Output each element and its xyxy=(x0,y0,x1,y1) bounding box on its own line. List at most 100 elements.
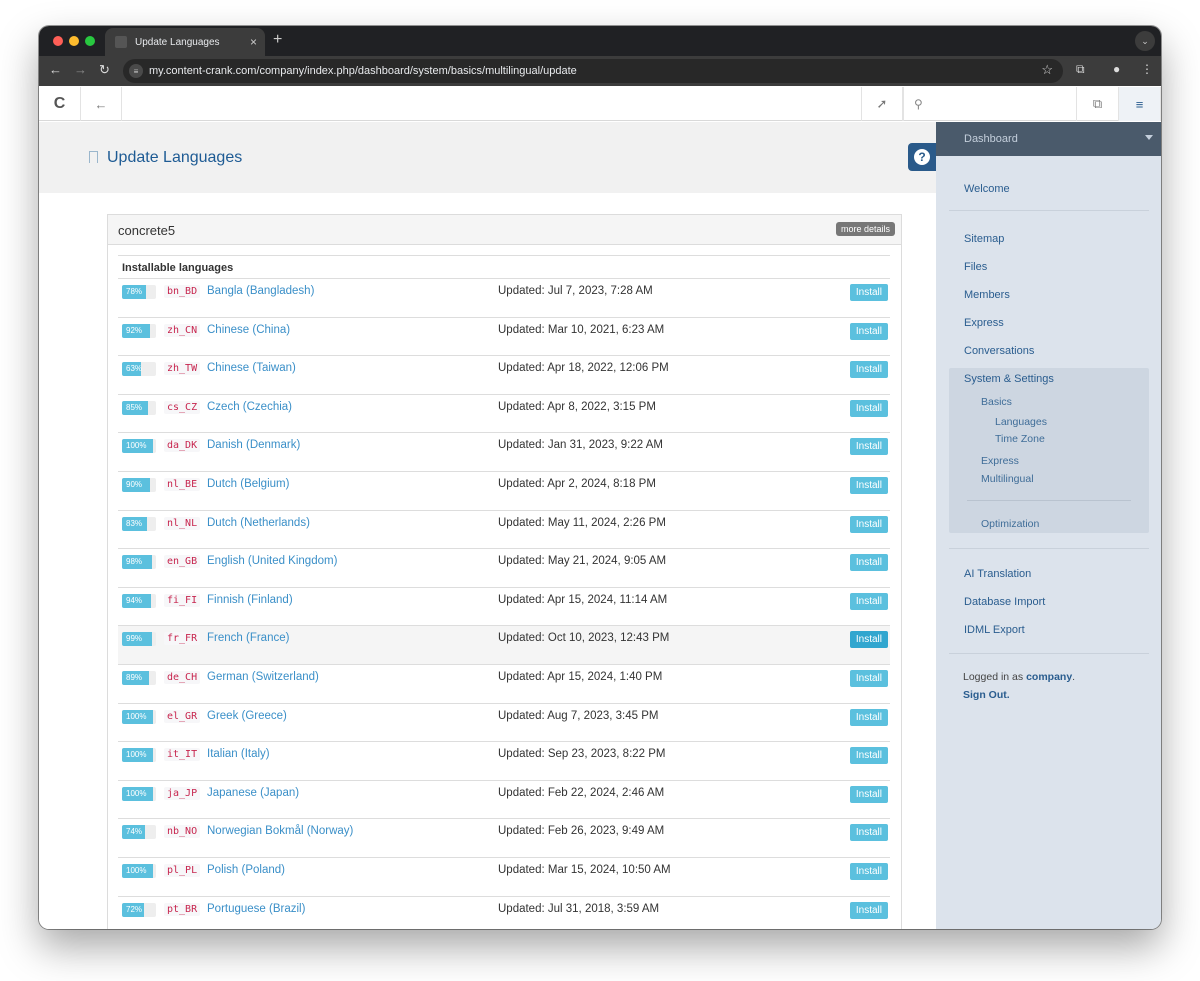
language-name-link[interactable]: German (Switzerland) xyxy=(207,671,319,683)
new-tab-icon[interactable]: + xyxy=(273,31,282,49)
more-details-button[interactable]: more details xyxy=(835,222,895,236)
language-name-link[interactable]: Japanese (Japan) xyxy=(207,787,299,799)
install-button[interactable]: Install xyxy=(849,669,888,687)
extensions-icon[interactable]: ⧉ xyxy=(1076,62,1085,77)
minimize-window-button[interactable] xyxy=(69,36,79,46)
close-window-button[interactable] xyxy=(53,36,63,46)
table-row: 99% fr_FR French (France) Updated: Oct 10, … xyxy=(118,626,890,665)
site-info-icon[interactable]: ≡ xyxy=(129,64,143,78)
logged-in-user[interactable]: company xyxy=(1026,671,1072,683)
completion-label: 89% xyxy=(126,672,143,682)
install-button[interactable]: Install xyxy=(849,399,888,417)
install-button[interactable]: Install xyxy=(849,862,888,880)
close-tab-icon[interactable]: × xyxy=(250,35,257,49)
install-button[interactable]: Install xyxy=(849,631,888,649)
language-name-link[interactable]: Italian (Italy) xyxy=(207,748,270,760)
completion-bar: 94% xyxy=(122,593,156,608)
back-arrow-icon[interactable]: ← xyxy=(81,87,122,121)
install-button[interactable]: Install xyxy=(849,515,888,533)
language-name-link[interactable]: Danish (Denmark) xyxy=(207,439,300,451)
language-name-link[interactable]: French (France) xyxy=(207,632,289,644)
install-button[interactable]: Install xyxy=(849,322,888,340)
browser-tab[interactable]: Update Languages × xyxy=(105,28,265,56)
concrete-logo-icon[interactable]: C xyxy=(39,87,81,121)
settings-sliders-icon[interactable]: ≡ xyxy=(1119,87,1161,121)
install-button[interactable]: Install xyxy=(849,554,888,572)
bookmark-icon[interactable] xyxy=(89,151,98,163)
language-name-link[interactable]: English (United Kingdom) xyxy=(207,555,337,567)
forward-icon[interactable]: → xyxy=(74,62,87,77)
completion-label: 98% xyxy=(126,557,143,567)
updated-date: Updated: Sep 23, 2023, 8:22 PM xyxy=(498,748,666,761)
language-name-link[interactable]: Chinese (China) xyxy=(207,324,290,336)
completion-bar: 99% xyxy=(122,632,156,647)
updated-date: Updated: Jul 7, 2023, 7:28 AM xyxy=(498,285,653,297)
install-button[interactable]: Install xyxy=(849,476,888,494)
sidebar-item-database-import[interactable]: Database Import xyxy=(964,596,1045,608)
language-name-link[interactable]: Portuguese (Brazil) xyxy=(207,903,305,915)
language-name-link[interactable]: Chinese (Taiwan) xyxy=(207,362,296,374)
install-button[interactable]: Install xyxy=(849,361,888,379)
sidebar-item-members[interactable]: Members xyxy=(964,289,1010,301)
language-name-link[interactable]: Polish (Poland) xyxy=(207,864,285,876)
url-field[interactable]: ≡ my.content-crank.com/company/index.php… xyxy=(123,59,1063,83)
completion-label: 90% xyxy=(126,479,143,489)
language-name-link[interactable]: Greek (Greece) xyxy=(207,710,287,722)
install-button[interactable]: Install xyxy=(849,747,888,765)
install-button[interactable]: Install xyxy=(849,785,888,803)
sidebar-item-idml-export[interactable]: IDML Export xyxy=(964,624,1025,636)
install-button[interactable]: Install xyxy=(849,284,888,301)
locale-code: el_GR xyxy=(164,709,201,723)
section-title: Installable languages xyxy=(118,255,890,279)
sidebar-item-express[interactable]: Express xyxy=(964,317,1004,329)
favicon-icon xyxy=(115,36,127,48)
sidebar-item-conversations[interactable]: Conversations xyxy=(964,345,1034,357)
sidebar-item-time-zone[interactable]: Time Zone xyxy=(995,433,1045,445)
logged-in-suffix: . xyxy=(1072,671,1076,683)
install-button[interactable]: Install xyxy=(849,708,888,726)
browser-window: Update Languages × + ⌄ ← → ↻ ≡ my.conten… xyxy=(39,26,1161,929)
updated-date: Updated: Apr 15, 2024, 1:40 PM xyxy=(498,670,663,683)
search-input[interactable]: ⚲ xyxy=(903,87,1077,121)
sidebar-item-files[interactable]: Files xyxy=(964,261,987,273)
back-icon[interactable]: ← xyxy=(49,62,62,77)
locale-code: ja_JP xyxy=(164,786,201,800)
sidebar-item-ai-translation[interactable]: AI Translation xyxy=(964,568,1031,580)
table-row: 92% zh_CN Chinese (China) Updated: Mar 10, … xyxy=(118,318,890,357)
language-name-link[interactable]: Finnish (Finland) xyxy=(207,594,293,606)
sidebar-item-system-express[interactable]: Express xyxy=(981,455,1019,467)
menu-icon[interactable]: ⋮ xyxy=(1141,62,1153,76)
sign-out-link[interactable]: Sign Out. xyxy=(963,689,1010,701)
sidebar-item-welcome[interactable]: Welcome xyxy=(964,183,1010,195)
sidebar-item-languages[interactable]: Languages xyxy=(995,416,1047,428)
profile-icon[interactable]: ● xyxy=(1113,62,1120,76)
maximize-window-button[interactable] xyxy=(85,36,95,46)
language-name-link[interactable]: Czech (Czechia) xyxy=(207,401,292,413)
sidebar-divider xyxy=(949,210,1149,211)
language-name-link[interactable]: Norwegian Bokmål (Norway) xyxy=(207,825,353,837)
sidebar-header[interactable]: Dashboard xyxy=(936,122,1161,156)
tools-icon[interactable]: ⧉ xyxy=(1077,87,1119,121)
tab-search-icon[interactable]: ⌄ xyxy=(1135,31,1155,51)
sidebar-item-sitemap[interactable]: Sitemap xyxy=(964,233,1004,245)
install-button[interactable]: Install xyxy=(849,592,888,610)
sidebar-item-optimization[interactable]: Optimization xyxy=(981,518,1039,530)
logged-in-note: Logged in as company. xyxy=(963,671,1075,683)
install-button[interactable]: Install xyxy=(849,438,888,456)
install-button[interactable]: Install xyxy=(849,901,888,919)
language-name-link[interactable]: Dutch (Belgium) xyxy=(207,478,289,490)
language-name-link[interactable]: Bangla (Bangladesh) xyxy=(207,285,314,297)
tab-title: Update Languages xyxy=(135,36,220,48)
languages-table: Installable languages 78% bn_BD Bangla (Ba… xyxy=(118,255,890,929)
install-button[interactable]: Install xyxy=(849,824,888,842)
completion-bar: 83% xyxy=(122,516,156,531)
bookmark-star-icon[interactable]: ☆ xyxy=(1041,62,1053,78)
reload-icon[interactable]: ↻ xyxy=(99,62,110,78)
sidebar-item-multilingual[interactable]: Multilingual xyxy=(981,473,1034,485)
sidebar-item-basics[interactable]: Basics xyxy=(981,396,1012,408)
help-button[interactable]: ? xyxy=(908,143,936,171)
language-name-link[interactable]: Dutch (Netherlands) xyxy=(207,517,310,529)
sidebar-item-system-settings[interactable]: System & Settings xyxy=(964,373,1054,385)
search-icon: ⚲ xyxy=(914,97,923,111)
rocket-icon[interactable]: ➚ xyxy=(861,87,903,121)
